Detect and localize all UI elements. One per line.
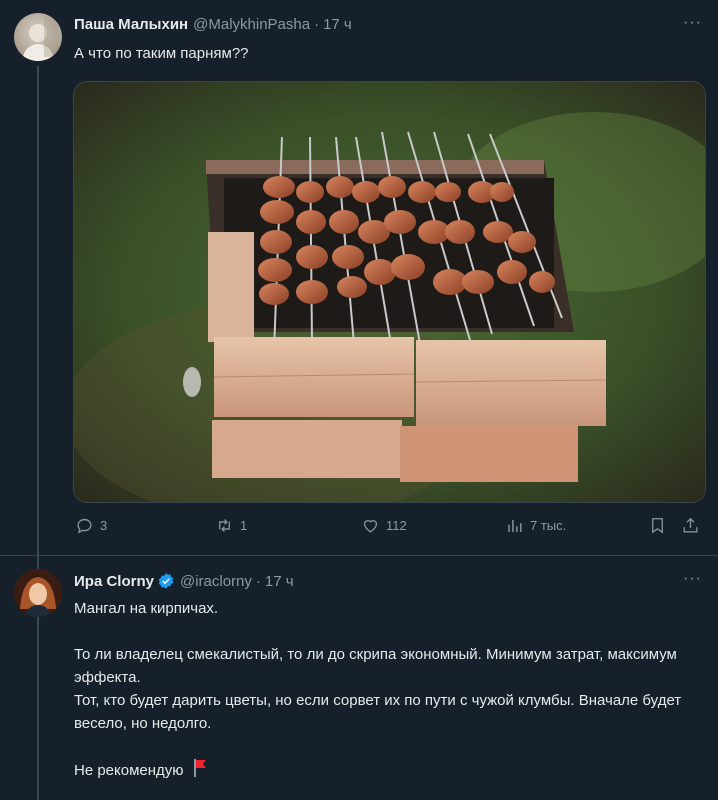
- red-flag-icon: [192, 758, 208, 785]
- more-icon[interactable]: ···: [683, 570, 702, 588]
- share-button[interactable]: [681, 516, 700, 535]
- tweet-post-1[interactable]: Паша Малыхин @MalykhinPasha · 17 ч ··· А…: [0, 0, 718, 556]
- tweet-text-line-4: Не рекомендую: [74, 758, 704, 785]
- tweet-image-barbecue[interactable]: [73, 81, 706, 503]
- tweet-time[interactable]: 17 ч: [323, 16, 352, 33]
- like-button[interactable]: 112: [361, 516, 407, 535]
- tweet-header: Ира Clorny @iraclorny · 17 ч: [74, 572, 294, 590]
- views-icon: [508, 519, 522, 532]
- avatar-pasha[interactable]: [14, 13, 62, 61]
- share-icon: [683, 517, 698, 533]
- reply-icon: [77, 518, 92, 534]
- tweet-text-line-3: Тот, кто будет дарить цветы, но если сор…: [74, 692, 682, 732]
- avatar-ira[interactable]: [14, 569, 62, 617]
- tweet-text-line-2: То ли владелец смекалистый, то ли до скр…: [74, 646, 677, 686]
- views-count: 7 тыс.: [530, 518, 567, 533]
- more-icon[interactable]: ···: [683, 14, 702, 32]
- like-icon: [363, 520, 378, 533]
- repost-icon: [219, 519, 230, 532]
- author-handle[interactable]: @MalykhinPasha: [193, 16, 310, 33]
- repost-count: 1: [240, 518, 248, 533]
- tweet-text-line-1: Мангал на кирпичах.: [74, 600, 219, 617]
- verified-badge-icon: [157, 572, 175, 590]
- tweet-actions: 3 1 112 7 тыс.: [73, 516, 704, 544]
- tweet-text-line-4-text: Не рекомендую: [74, 762, 184, 779]
- author-name[interactable]: Паша Малыхин: [74, 16, 188, 33]
- views-button[interactable]: 7 тыс.: [505, 516, 566, 535]
- like-count: 112: [386, 518, 407, 533]
- tweet-text: А что по таким парням??: [74, 45, 249, 62]
- bookmark-icon: [652, 518, 663, 534]
- bookmark-button[interactable]: [648, 516, 667, 535]
- author-handle[interactable]: @iraclorny: [180, 573, 252, 590]
- reply-count: 3: [100, 518, 108, 533]
- tweet-text: Мангал на кирпичах. То ли владелец смека…: [74, 597, 704, 785]
- tweet-header: Паша Малыхин @MalykhinPasha · 17 ч: [74, 16, 352, 33]
- separator-dot: ·: [255, 572, 261, 590]
- repost-button[interactable]: 1: [215, 516, 247, 535]
- reply-button[interactable]: 3: [75, 516, 107, 535]
- separator-dot: ·: [314, 16, 320, 33]
- tweet-time[interactable]: 17 ч: [265, 573, 294, 590]
- author-name[interactable]: Ира Clorny: [74, 573, 154, 590]
